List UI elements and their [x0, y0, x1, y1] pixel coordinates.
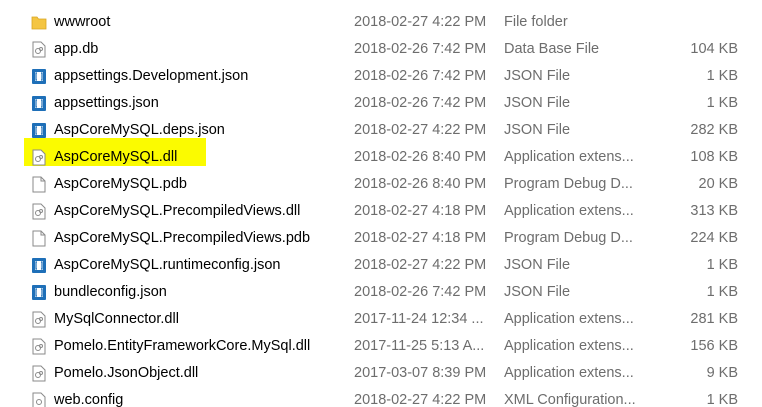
- file-name: web.config: [54, 392, 124, 407]
- json-file-icon: [31, 257, 47, 274]
- file-size: 156 KB: [690, 338, 738, 354]
- file-name: appsettings.json: [54, 95, 159, 111]
- file-size: 1 KB: [706, 68, 738, 84]
- file-size: 108 KB: [690, 149, 738, 165]
- file-name: app.db: [54, 41, 99, 57]
- folder-icon: [31, 14, 47, 31]
- file-name: AspCoreMySQL.pdb: [54, 176, 187, 192]
- file-date: 2018-02-27 4:22 PM: [354, 392, 487, 407]
- file-row-wwwroot[interactable]: wwwroot 2018-02-27 4:22 PM File folder: [0, 9, 762, 36]
- file-date: 2018-02-27 4:18 PM: [354, 230, 487, 246]
- file-row-aspcoremysql-pdb[interactable]: AspCoreMySQL.pdb 2018-02-26 8:40 PM Prog…: [0, 171, 762, 198]
- file-date: 2018-02-27 4:22 PM: [354, 122, 487, 138]
- file-type: XML Configuration...: [504, 392, 636, 407]
- file-type: Application extens...: [504, 149, 634, 165]
- file-date: 2017-11-24 12:34 ...: [354, 311, 484, 327]
- file-size: 1 KB: [706, 95, 738, 111]
- file-date: 2018-02-27 4:22 PM: [354, 14, 487, 30]
- generic-file-icon: [31, 41, 47, 58]
- file-size: 9 KB: [706, 365, 738, 381]
- file-type: Program Debug D...: [504, 230, 633, 246]
- json-file-icon: [31, 122, 47, 139]
- dll-file-icon: [31, 203, 47, 220]
- file-name: wwwroot: [54, 14, 111, 30]
- json-file-icon: [31, 95, 47, 112]
- blank-file-icon: [31, 176, 47, 193]
- file-name: AspCoreMySQL.PrecompiledViews.pdb: [54, 230, 311, 246]
- file-name: appsettings.Development.json: [54, 68, 249, 84]
- dll-file-icon: [31, 365, 47, 382]
- file-size: 1 KB: [706, 284, 738, 300]
- file-row-deps-json[interactable]: AspCoreMySQL.deps.json 2018-02-27 4:22 P…: [0, 117, 762, 144]
- file-date: 2018-02-27 4:22 PM: [354, 257, 487, 273]
- file-name-highlighted: AspCoreMySQL.dll: [54, 149, 178, 165]
- json-file-icon: [31, 68, 47, 85]
- file-type: Application extens...: [504, 338, 634, 354]
- file-name: AspCoreMySQL.deps.json: [54, 122, 225, 138]
- file-size: 104 KB: [690, 41, 738, 57]
- file-size: 1 KB: [706, 257, 738, 273]
- file-row-app-db[interactable]: app.db 2018-02-26 7:42 PM Data Base File…: [0, 36, 762, 63]
- file-type: JSON File: [504, 95, 571, 111]
- file-date: 2018-02-26 8:40 PM: [354, 176, 487, 192]
- file-row-pomelo-jsonobject-dll[interactable]: Pomelo.JsonObject.dll 2017-03-07 8:39 PM…: [0, 360, 762, 387]
- dll-file-icon: [31, 338, 47, 355]
- json-file-icon: [31, 284, 47, 301]
- file-type: JSON File: [504, 257, 571, 273]
- file-date: 2018-02-26 7:42 PM: [354, 41, 487, 57]
- file-date: 2018-02-27 4:18 PM: [354, 203, 487, 219]
- file-type: Application extens...: [504, 365, 634, 381]
- file-date: 2018-02-26 8:40 PM: [354, 149, 487, 165]
- file-size: 1 KB: [706, 392, 738, 407]
- file-date: 2018-02-26 7:42 PM: [354, 95, 487, 111]
- file-name: AspCoreMySQL.PrecompiledViews.dll: [54, 203, 301, 219]
- file-date: 2017-11-25 5:13 A...: [354, 338, 485, 354]
- file-row-runtimeconfig-json[interactable]: AspCoreMySQL.runtimeconfig.json 2018-02-…: [0, 252, 762, 279]
- file-date: 2017-03-07 8:39 PM: [354, 365, 487, 381]
- file-name: MySqlConnector.dll: [54, 311, 179, 327]
- file-type: JSON File: [504, 68, 571, 84]
- file-row-appsettings[interactable]: appsettings.json 2018-02-26 7:42 PM JSON…: [0, 90, 762, 117]
- file-type: Data Base File: [504, 41, 600, 57]
- file-date: 2018-02-26 7:42 PM: [354, 284, 487, 300]
- file-name: bundleconfig.json: [54, 284, 167, 300]
- dll-file-icon: [31, 311, 47, 328]
- file-size: 224 KB: [690, 230, 738, 246]
- file-row-aspcoremysql-dll[interactable]: AspCoreMySQL.dll 2018-02-26 8:40 PM Appl…: [0, 144, 762, 171]
- file-type: Application extens...: [504, 311, 634, 327]
- file-row-precompiledviews-pdb[interactable]: AspCoreMySQL.PrecompiledViews.pdb 2018-0…: [0, 225, 762, 252]
- file-row-pomelo-efcore-mysql-dll[interactable]: Pomelo.EntityFrameworkCore.MySql.dll 201…: [0, 333, 762, 360]
- file-name: Pomelo.JsonObject.dll: [54, 365, 199, 381]
- file-type: File folder: [504, 14, 568, 30]
- file-type: JSON File: [504, 122, 571, 138]
- file-size: 313 KB: [690, 203, 738, 219]
- file-type: Application extens...: [504, 203, 634, 219]
- file-size: 281 KB: [690, 311, 738, 327]
- dll-file-icon: [31, 149, 47, 166]
- blank-file-icon: [31, 230, 47, 247]
- file-type: Program Debug D...: [504, 176, 633, 192]
- file-list: wwwroot 2018-02-27 4:22 PM File folder a…: [0, 9, 762, 407]
- file-type: JSON File: [504, 284, 571, 300]
- file-row-mysqlconnector-dll[interactable]: MySqlConnector.dll 2017-11-24 12:34 ... …: [0, 306, 762, 333]
- file-size: 282 KB: [690, 122, 738, 138]
- file-size: 20 KB: [698, 176, 739, 192]
- file-name: Pomelo.EntityFrameworkCore.MySql.dll: [54, 338, 311, 354]
- file-row-appsettings-development[interactable]: appsettings.Development.json 2018-02-26 …: [0, 63, 762, 90]
- file-row-precompiledviews-dll[interactable]: AspCoreMySQL.PrecompiledViews.dll 2018-0…: [0, 198, 762, 225]
- file-row-web-config[interactable]: web.config 2018-02-27 4:22 PM XML Config…: [0, 387, 762, 407]
- file-name: AspCoreMySQL.runtimeconfig.json: [54, 257, 281, 273]
- file-date: 2018-02-26 7:42 PM: [354, 68, 487, 84]
- file-size: [640, 9, 738, 36]
- file-row-bundleconfig-json[interactable]: bundleconfig.json 2018-02-26 7:42 PM JSO…: [0, 279, 762, 306]
